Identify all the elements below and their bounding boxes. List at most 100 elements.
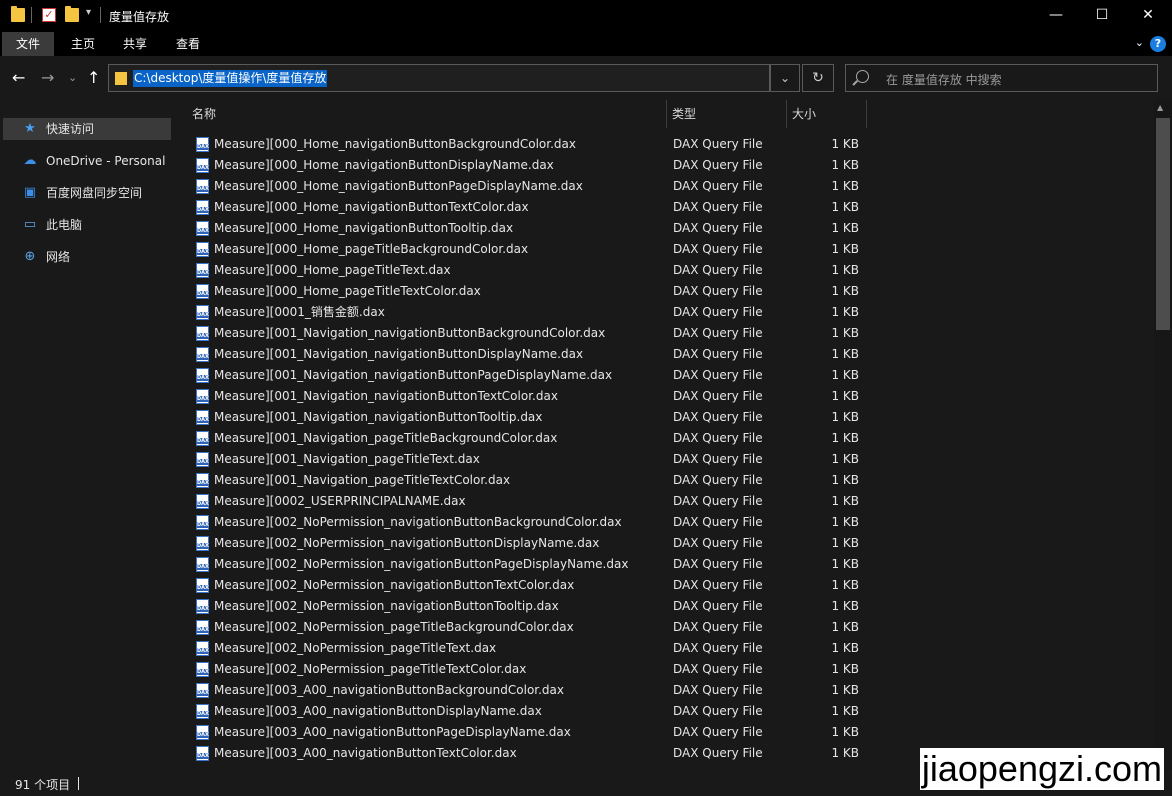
table-row[interactable]: Measure][000_Home_pageTitleText.dax DAX Q…	[174, 260, 1154, 281]
tab-view[interactable]: 查看	[162, 32, 214, 56]
file-size: 1 KB	[831, 137, 859, 151]
maximize-button[interactable]: ☐	[1079, 0, 1125, 30]
table-row[interactable]: Measure][003_A00_navigationButtonBackgro…	[174, 680, 1154, 701]
file-size: 1 KB	[831, 746, 859, 760]
close-button[interactable]: ✕	[1125, 0, 1171, 30]
scrollbar-thumb[interactable]	[1156, 118, 1170, 330]
item-count: 91 个项目	[15, 778, 71, 792]
file-type: DAX Query File	[673, 494, 763, 508]
dax-file-icon	[196, 410, 209, 425]
table-row[interactable]: Measure][000_Home_navigationButtonBackgr…	[174, 134, 1154, 155]
table-row[interactable]: Measure][002_NoPermission_pageTitleBackg…	[174, 617, 1154, 638]
column-divider[interactable]	[666, 100, 667, 128]
address-dropdown-icon[interactable]: ⌄	[770, 64, 800, 92]
minimize-button[interactable]: —	[1033, 0, 1079, 30]
table-row[interactable]: Measure][000_Home_navigationButtonToolti…	[174, 218, 1154, 239]
table-row[interactable]: Measure][001_Navigation_pageTitleBackgro…	[174, 428, 1154, 449]
back-icon[interactable]: ←	[12, 68, 25, 87]
table-row[interactable]: Measure][000_Home_navigationButtonPageDi…	[174, 176, 1154, 197]
address-bar[interactable]: C:\desktop\度量值操作\度量值存放	[108, 64, 770, 92]
file-size: 1 KB	[831, 200, 859, 214]
file-name: Measure][002_NoPermission_pageTitleText.…	[214, 641, 497, 655]
quick-access-dropdown-icon[interactable]: ▾	[86, 7, 91, 18]
tab-share[interactable]: 共享	[109, 32, 161, 56]
table-row[interactable]: Measure][001_Navigation_navigationButton…	[174, 386, 1154, 407]
sidebar-item-label: OneDrive - Personal	[46, 154, 166, 168]
dax-file-icon	[196, 326, 209, 341]
sidebar-item-baidu-netdisk[interactable]: ▣ 百度网盘同步空间	[3, 182, 171, 204]
table-row[interactable]: Measure][000_Home_pageTitleTextColor.dax…	[174, 281, 1154, 302]
column-divider[interactable]	[786, 100, 787, 128]
file-name: Measure][001_Navigation_navigationButton…	[214, 326, 606, 340]
table-row[interactable]: Measure][000_Home_navigationButtonTextCo…	[174, 197, 1154, 218]
file-name: Measure][002_NoPermission_navigationButt…	[214, 536, 600, 550]
dax-file-icon	[196, 179, 209, 194]
sidebar-item-onedrive[interactable]: ☁ OneDrive - Personal	[3, 150, 171, 172]
sidebar-item-this-pc[interactable]: ▭ 此电脑	[3, 214, 171, 236]
search-box[interactable]: 在 度量值存放 中搜索	[845, 64, 1158, 92]
table-row[interactable]: Measure][001_Navigation_navigationButton…	[174, 407, 1154, 428]
sidebar-item-quick-access[interactable]: ★ 快速访问	[3, 118, 171, 140]
file-name: Measure][002_NoPermission_pageTitleTextC…	[214, 662, 527, 676]
table-row[interactable]: Measure][001_Navigation_pageTitleTextCol…	[174, 470, 1154, 491]
file-size: 1 KB	[831, 557, 859, 571]
up-icon[interactable]: ↑	[87, 68, 100, 87]
table-row[interactable]: Measure][0002_USERPRINCIPALNAME.dax DAX Q…	[174, 491, 1154, 512]
new-folder-icon[interactable]	[65, 6, 79, 22]
table-row[interactable]: Measure][000_Home_pageTitleBackgroundCol…	[174, 239, 1154, 260]
table-row[interactable]: Measure][003_A00_navigationButtonPageDis…	[174, 722, 1154, 743]
dax-file-icon	[196, 368, 209, 383]
tab-home[interactable]: 主页	[57, 32, 109, 56]
file-size: 1 KB	[831, 410, 859, 424]
tab-file[interactable]: 文件	[2, 32, 55, 56]
file-name: Measure][003_A00_navigationButtonTextCol…	[214, 746, 517, 760]
dax-file-icon	[196, 641, 209, 656]
dax-file-icon	[196, 305, 209, 320]
file-type: DAX Query File	[673, 347, 763, 361]
scroll-up-icon[interactable]: ▲	[1157, 103, 1163, 112]
table-row[interactable]: Measure][001_Navigation_navigationButton…	[174, 323, 1154, 344]
table-row[interactable]: Measure][001_Navigation_navigationButton…	[174, 365, 1154, 386]
dax-file-icon	[196, 263, 209, 278]
table-row[interactable]: Measure][001_Navigation_pageTitleText.da…	[174, 449, 1154, 470]
refresh-icon[interactable]: ↻	[802, 64, 834, 92]
column-header-name[interactable]: 名称	[192, 100, 216, 128]
table-row[interactable]: Measure][002_NoPermission_navigationButt…	[174, 533, 1154, 554]
star-icon: ★	[24, 121, 36, 136]
file-size: 1 KB	[831, 641, 859, 655]
sidebar-item-label: 快速访问	[46, 122, 95, 136]
window-title: 度量值存放	[109, 10, 170, 24]
file-type: DAX Query File	[673, 263, 763, 277]
table-row[interactable]: Measure][002_NoPermission_navigationButt…	[174, 554, 1154, 575]
table-row[interactable]: Measure][003_A00_navigationButtonDisplay…	[174, 701, 1154, 722]
address-path[interactable]: C:\desktop\度量值操作\度量值存放	[133, 70, 328, 87]
file-type: DAX Query File	[673, 704, 763, 718]
forward-icon[interactable]: →	[41, 68, 54, 87]
file-name: Measure][003_A00_navigationButtonPageDis…	[214, 725, 571, 739]
file-type: DAX Query File	[673, 137, 763, 151]
file-type: DAX Query File	[673, 242, 763, 256]
file-size: 1 KB	[831, 704, 859, 718]
help-icon[interactable]: ?	[1150, 36, 1166, 52]
column-divider[interactable]	[866, 100, 867, 128]
table-row[interactable]: Measure][002_NoPermission_navigationButt…	[174, 512, 1154, 533]
search-placeholder: 在 度量值存放 中搜索	[886, 73, 1002, 87]
file-size: 1 KB	[831, 683, 859, 697]
table-row[interactable]: Measure][002_NoPermission_pageTitleText.…	[174, 638, 1154, 659]
file-rows: Measure][000_Home_navigationButtonBackgr…	[174, 134, 1154, 764]
table-row[interactable]: Measure][002_NoPermission_navigationButt…	[174, 596, 1154, 617]
recent-locations-icon[interactable]: ⌄	[68, 71, 77, 84]
properties-icon[interactable]: ✓	[42, 8, 56, 22]
table-row[interactable]: Measure][0001_销售金额.dax DAX Query File 1 KB	[174, 302, 1154, 323]
file-type: DAX Query File	[673, 410, 763, 424]
column-header-size[interactable]: 大小	[792, 100, 816, 128]
table-row[interactable]: Measure][000_Home_navigationButtonDispla…	[174, 155, 1154, 176]
file-type: DAX Query File	[673, 746, 763, 760]
chevron-down-icon[interactable]: ⌄	[1135, 36, 1144, 49]
column-header-type[interactable]: 类型	[672, 100, 696, 128]
sidebar-item-network[interactable]: ⊕ 网络	[3, 246, 171, 268]
table-row[interactable]: Measure][002_NoPermission_pageTitleTextC…	[174, 659, 1154, 680]
table-row[interactable]: Measure][002_NoPermission_navigationButt…	[174, 575, 1154, 596]
file-name: Measure][000_Home_navigationButtonDispla…	[214, 158, 554, 172]
table-row[interactable]: Measure][001_Navigation_navigationButton…	[174, 344, 1154, 365]
